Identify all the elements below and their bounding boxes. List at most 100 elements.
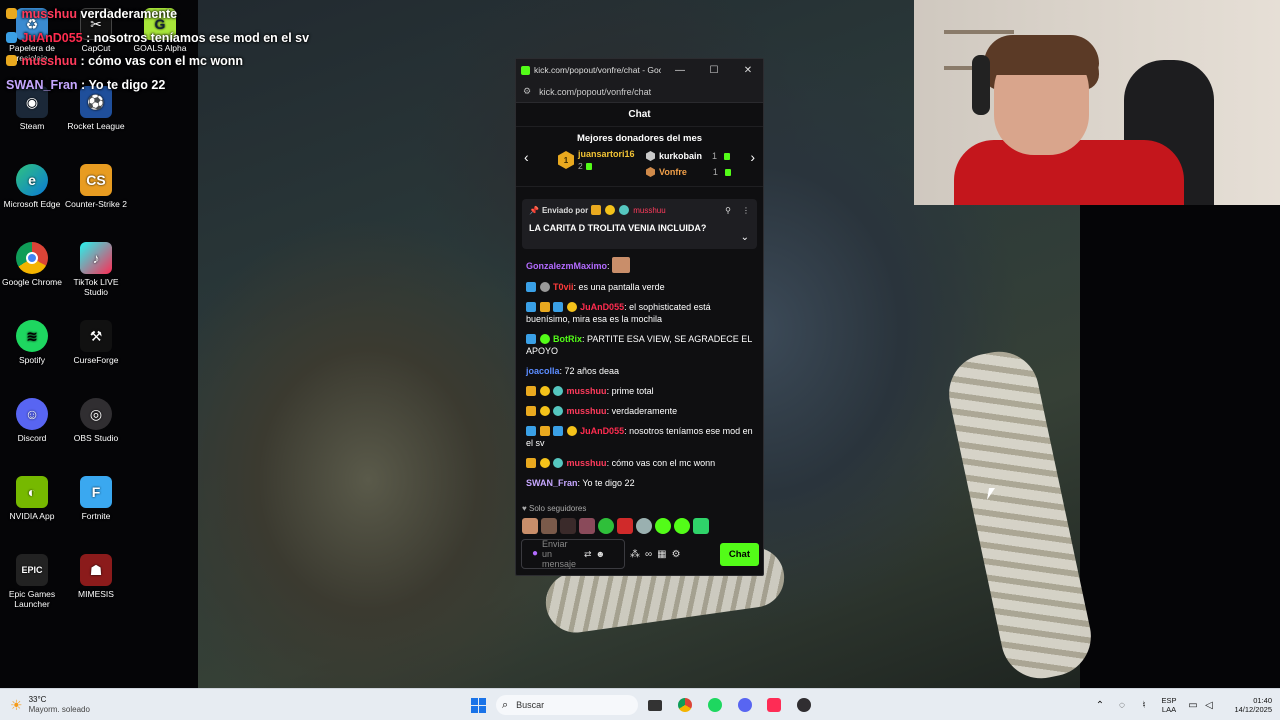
- desktop-icon-curseforge[interactable]: ⚒ CurseForge: [61, 320, 131, 365]
- window-titlebar[interactable]: kick.com/popout/vonfre/chat - Googl... —…: [516, 59, 763, 81]
- store-icon[interactable]: ▦: [657, 549, 666, 560]
- desktop-icon-tiktok[interactable]: ♪ TikTok LIVE Studio: [61, 242, 131, 297]
- emote-icon[interactable]: [598, 518, 614, 534]
- taskbar-file-explorer[interactable]: [646, 695, 664, 715]
- taskbar-tiktok[interactable]: [765, 695, 783, 715]
- tray-overflow-icon[interactable]: ⌃: [1093, 695, 1107, 715]
- followers-only-notice: ♥ Solo seguidores: [522, 504, 586, 513]
- tray-microphone-icon[interactable]: ♮: [1137, 695, 1151, 715]
- chat-username[interactable]: joacolla: [526, 366, 560, 376]
- emote-icon[interactable]: [674, 518, 690, 534]
- microphone-icon[interactable]: ●: [532, 549, 538, 559]
- nvidia-icon: ◐: [16, 476, 48, 508]
- discord-icon: [738, 698, 752, 712]
- chat-username[interactable]: musshuu: [567, 386, 607, 396]
- donor-count: 2: [578, 161, 635, 171]
- desktop-icon-obs[interactable]: ◎ OBS Studio: [61, 398, 131, 443]
- chat-input[interactable]: ● Enviar un mensaje ⇄ ☻: [521, 539, 625, 569]
- badge-icon: [526, 406, 536, 416]
- infinity-icon[interactable]: ∞: [645, 549, 652, 560]
- badge-icon: [526, 386, 536, 396]
- desktop-icon-discord[interactable]: ☺ Discord: [0, 398, 67, 443]
- taskbar-obs[interactable]: [795, 695, 813, 715]
- pinned-message[interactable]: 📌 Enviado por musshuu ⚲ ⋮ LA CARITA D TR…: [522, 199, 757, 249]
- start-button[interactable]: [468, 695, 488, 715]
- kick-logo-icon: [521, 65, 530, 75]
- chat-message: JuAnD055: nosotros teníamos ese mod en e…: [526, 425, 753, 449]
- badge-icon: [566, 302, 577, 312]
- taskbar-spotify[interactable]: [706, 695, 724, 715]
- weather-widget[interactable]: ☀ 33°C Mayorm. soleado: [10, 695, 120, 715]
- maximize-icon[interactable]: ☐: [699, 65, 729, 76]
- emote-icon[interactable]: [655, 518, 671, 534]
- taskbar-search[interactable]: ⌕ Buscar: [496, 695, 638, 715]
- chat-username[interactable]: GonzalezmMaximo: [526, 261, 607, 271]
- address-bar[interactable]: ⚙ kick.com/popout/vonfre/chat: [516, 81, 763, 103]
- desktop-icon-steam[interactable]: ◉ Steam: [0, 86, 67, 131]
- desktop-icon-nvidia[interactable]: ◐ NVIDIA App: [0, 476, 67, 521]
- language-indicator[interactable]: ESP LAA: [1158, 695, 1180, 715]
- chevron-down-icon[interactable]: ⌄: [741, 232, 749, 243]
- emote-icon: [612, 257, 631, 273]
- emote-icon[interactable]: [617, 518, 633, 534]
- badge-icon: [539, 406, 550, 416]
- kick-points-icon[interactable]: ⁂: [630, 549, 640, 560]
- desktop-icon-spotify[interactable]: ≋ Spotify: [0, 320, 67, 365]
- emote-icon[interactable]: [560, 518, 576, 534]
- window-title: kick.com/popout/vonfre/chat - Googl...: [534, 65, 661, 75]
- chevron-right-icon[interactable]: ›: [750, 149, 755, 165]
- badge-icon: [526, 282, 536, 292]
- chat-message: BotRix: PARTITE ESA VIEW, SE AGRADECE EL…: [526, 333, 753, 357]
- quick-emote-bar[interactable]: [522, 518, 709, 534]
- overlay-chat-line: musshuu : cómo vas con el mc wonn: [6, 54, 243, 68]
- site-settings-icon[interactable]: ⚙: [523, 86, 531, 97]
- chevron-left-icon[interactable]: ‹: [524, 149, 529, 165]
- more-options-icon[interactable]: ⋮: [742, 206, 750, 215]
- minimize-icon[interactable]: —: [665, 65, 695, 76]
- desktop-icon-epic[interactable]: EPIC Epic Games Launcher: [0, 554, 67, 609]
- heart-icon: ♥: [522, 504, 527, 513]
- chat-input-placeholder: Enviar un mensaje: [542, 539, 577, 569]
- desktop-icon-chrome[interactable]: Google Chrome: [0, 242, 67, 287]
- chat-username[interactable]: musshuu: [567, 458, 607, 468]
- desktop-icon-edge[interactable]: e Microsoft Edge: [0, 164, 67, 209]
- clock[interactable]: 01:40 14/12/2025: [1220, 695, 1272, 715]
- edge-icon: e: [16, 164, 48, 196]
- taskbar-chrome[interactable]: [676, 695, 694, 715]
- tray-volume-icon[interactable]: ◁: [1202, 695, 1216, 715]
- chat-username[interactable]: BotRix: [553, 334, 582, 344]
- emote-icon[interactable]: [579, 518, 595, 534]
- tray-display-icon[interactable]: ▭: [1186, 695, 1200, 715]
- overlay-chat-line: SWAN_Fran : Yo te digo 22: [6, 78, 165, 92]
- chat-username[interactable]: JuAnD055: [580, 426, 624, 436]
- tray-network-icon[interactable]: ◌: [1115, 695, 1129, 715]
- followers-only-label: Solo seguidores: [528, 504, 587, 513]
- send-chat-button[interactable]: Chat: [719, 542, 759, 566]
- badge-icon: [591, 205, 602, 215]
- emoji-icon[interactable]: ☻: [596, 549, 605, 559]
- chat-popout-window[interactable]: kick.com/popout/vonfre/chat - Googl... —…: [515, 58, 764, 576]
- emote-icon[interactable]: [636, 518, 652, 534]
- chat-username[interactable]: JuAnD055: [580, 302, 624, 312]
- fortnite-icon: F: [80, 476, 112, 508]
- chat-username[interactable]: T0vii: [553, 282, 574, 292]
- pin-action-icon[interactable]: ⚲: [725, 206, 731, 215]
- chat-username[interactable]: SWAN_Fran: [526, 478, 578, 488]
- discord-icon: ☺: [16, 398, 48, 430]
- chat-username[interactable]: musshuu: [567, 406, 607, 416]
- webcam-person-hair-top: [984, 35, 1099, 75]
- desktop-icon-cs2[interactable]: CS Counter-Strike 2: [61, 164, 131, 209]
- donor-count: 1: [712, 151, 718, 161]
- emote-icon[interactable]: [693, 518, 709, 534]
- desktop-icon-fortnite[interactable]: F Fortnite: [61, 476, 131, 521]
- emote-icon[interactable]: [541, 518, 557, 534]
- settings-icon[interactable]: ⚙: [672, 549, 681, 560]
- close-icon[interactable]: ✕: [733, 65, 763, 76]
- desktop-icon-rocket-league[interactable]: ⚽ Rocket League: [61, 86, 131, 131]
- translate-icon[interactable]: ⇄: [584, 549, 592, 559]
- taskbar-discord[interactable]: [736, 695, 754, 715]
- desktop-icon-mimesis[interactable]: ☗ MIMESIS: [61, 554, 131, 599]
- chat-message-list[interactable]: GonzalezmMaximo: T0vii: es una pantalla …: [516, 257, 763, 489]
- emote-icon[interactable]: [522, 518, 538, 534]
- chat-message: T0vii: es una pantalla verde: [526, 281, 753, 293]
